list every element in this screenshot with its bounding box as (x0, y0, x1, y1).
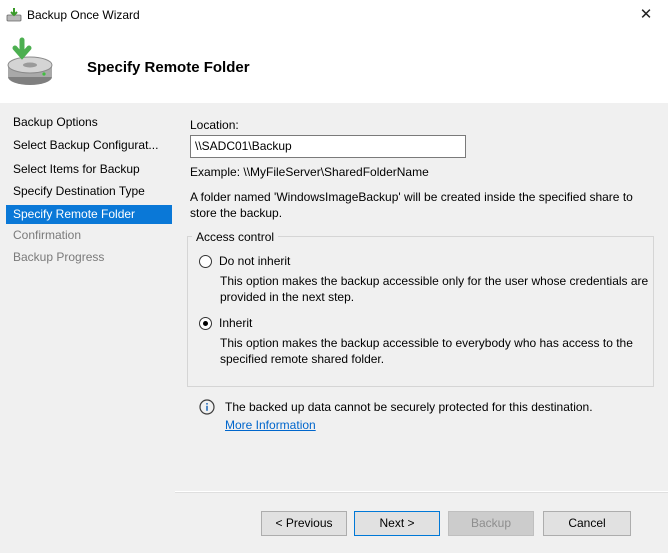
backup-drive-icon (7, 37, 53, 85)
step-specify-destination-type[interactable]: Specify Destination Type (6, 182, 172, 201)
location-input[interactable]: \\SADC01\Backup (190, 135, 466, 158)
close-button[interactable]: ✕ (624, 1, 668, 29)
do-not-inherit-desc-line2: provided in the next step. (220, 290, 355, 304)
step-backup-options[interactable]: Backup Options (6, 113, 172, 132)
inherit-label[interactable]: Inherit (219, 316, 252, 330)
step-select-items-for-backup[interactable]: Select Items for Backup (6, 160, 172, 179)
title-bar: Backup Once Wizard ✕ (0, 0, 668, 30)
step-backup-progress: Backup Progress (13, 250, 105, 264)
radio-selected-dot (203, 321, 208, 326)
do-not-inherit-radio[interactable] (199, 255, 212, 268)
backup-button: Backup (448, 511, 534, 536)
next-button[interactable]: Next > (354, 511, 440, 536)
more-information-link[interactable]: More Information (225, 418, 316, 432)
access-control-legend: Access control (192, 230, 279, 244)
previous-button[interactable]: < Previous (261, 511, 347, 536)
inherit-radio[interactable] (199, 317, 212, 330)
folder-note-line2: store the backup. (190, 206, 283, 220)
backup-app-icon (6, 8, 22, 22)
cancel-button[interactable]: Cancel (543, 511, 631, 536)
info-icon (199, 399, 215, 415)
step-confirmation: Confirmation (13, 228, 82, 242)
window-title: Backup Once Wizard (27, 8, 140, 22)
wizard-header: Specify Remote Folder (0, 30, 668, 102)
location-example: Example: \\MyFileServer\SharedFolderName (190, 165, 429, 179)
info-message: The backed up data cannot be securely pr… (225, 400, 593, 414)
folder-note-line1: A folder named 'WindowsImageBackup' will… (190, 190, 633, 204)
step-specify-remote-folder[interactable]: Specify Remote Folder (6, 205, 172, 224)
location-label: Location: (190, 118, 239, 132)
step-select-backup-configuration[interactable]: Select Backup Configurat... (6, 136, 172, 155)
inherit-desc-line1: This option makes the backup accessible … (220, 336, 633, 350)
do-not-inherit-label[interactable]: Do not inherit (219, 254, 290, 268)
inherit-desc-line2: specified remote shared folder. (220, 352, 385, 366)
do-not-inherit-desc-line1: This option makes the backup accessible … (220, 274, 649, 288)
page-title: Specify Remote Folder (87, 59, 250, 76)
